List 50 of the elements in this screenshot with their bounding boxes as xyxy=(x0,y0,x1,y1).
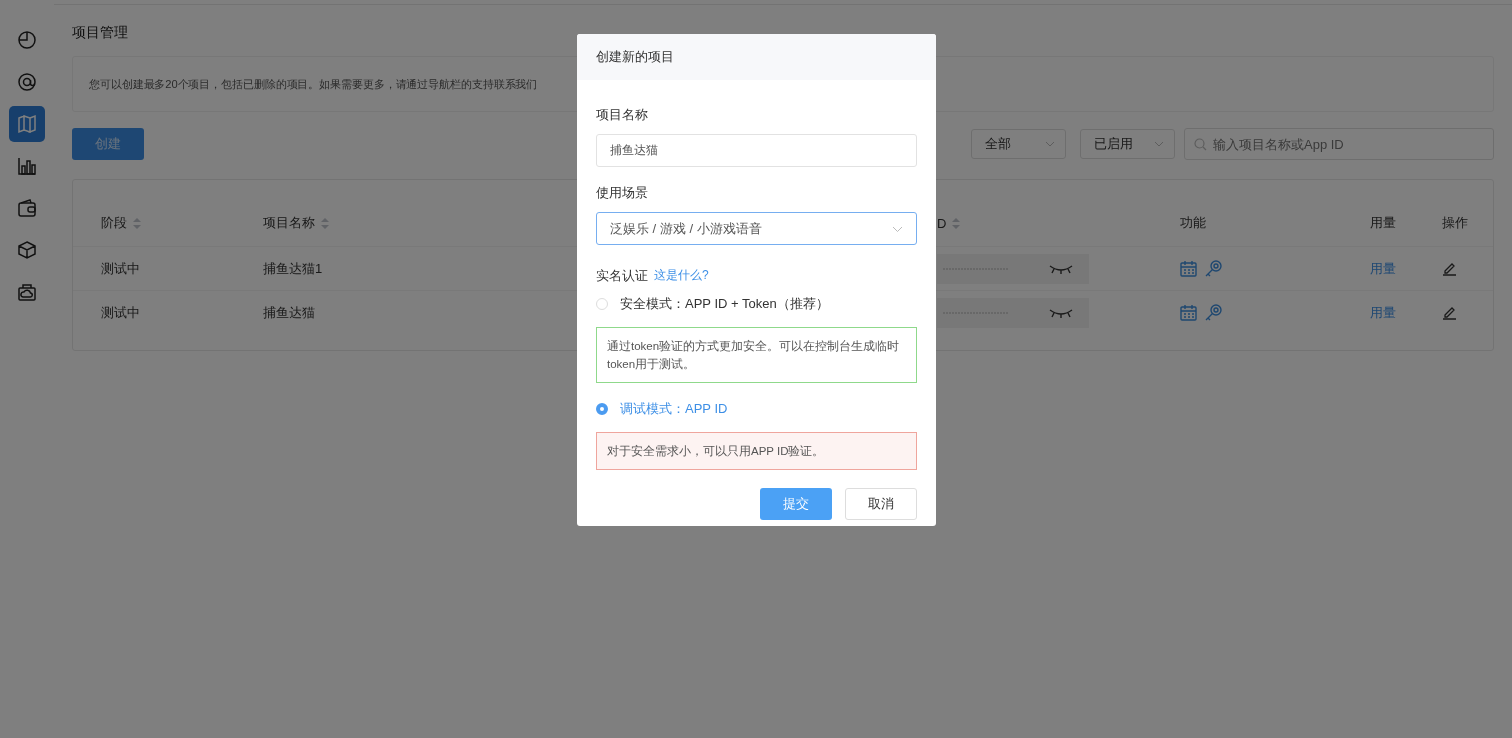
cancel-button[interactable]: 取消 xyxy=(845,488,917,520)
table-cell: 测试中 xyxy=(101,303,140,322)
filter-dropdown[interactable]: 已启用 xyxy=(1080,129,1175,159)
pencil-icon[interactable] xyxy=(1442,261,1457,276)
description-text: 对于安全需求小，可以只用APP ID验证。 xyxy=(607,445,825,457)
column-header: 用量 xyxy=(1370,214,1396,232)
chevron-down-icon xyxy=(892,225,903,232)
column-header: 功能 xyxy=(1180,214,1206,232)
at-sign-icon xyxy=(17,72,37,92)
table-cell: 测试中 xyxy=(101,259,140,278)
help-link[interactable]: 这是什么? xyxy=(654,267,709,285)
map-icon xyxy=(17,114,37,134)
column-header: 操作 xyxy=(1442,214,1468,232)
page-title: 项目管理 xyxy=(72,24,129,42)
field-label: 实名认证 xyxy=(596,267,648,285)
sidebar-item[interactable] xyxy=(9,106,45,142)
dialog-title: 创建新的项目 xyxy=(596,48,674,66)
submit-button[interactable]: 提交 xyxy=(760,488,832,520)
closed-eye-icon[interactable] xyxy=(1049,307,1073,318)
key-icon[interactable] xyxy=(1205,304,1222,321)
filter-dropdown[interactable]: 全部 xyxy=(971,129,1066,159)
pie-chart-icon xyxy=(17,30,37,50)
wallet-icon xyxy=(17,198,37,218)
usage-link[interactable]: 用量 xyxy=(1370,303,1396,322)
radio-option[interactable]: 安全模式：APP ID + Token（推荐） xyxy=(596,295,917,313)
usage-link[interactable]: 用量 xyxy=(1370,259,1396,278)
column-header: 项目名称 xyxy=(263,214,315,232)
description-text: 通过token验证的方式更加安全。可以在控制台生成临时token用于测试。 xyxy=(607,340,900,370)
calendar-icon[interactable] xyxy=(1180,260,1197,277)
project-name-input[interactable]: 捕鱼达猫 xyxy=(596,134,917,167)
calendar-icon[interactable] xyxy=(1180,304,1197,321)
scene-select[interactable]: 泛娱乐 / 游戏 / 小游戏语音 xyxy=(596,212,917,245)
field-label: 使用场景 xyxy=(596,184,649,202)
closed-eye-icon[interactable] xyxy=(1049,263,1073,274)
table-cell: 捕鱼达猫 xyxy=(263,303,315,322)
bag-icon xyxy=(17,282,37,302)
radio-button[interactable] xyxy=(596,403,608,415)
column-header: D xyxy=(937,215,947,231)
chevron-down-icon xyxy=(1045,141,1055,147)
field-label: 项目名称 xyxy=(596,106,649,124)
column-header: 阶段 xyxy=(101,214,127,232)
table-cell: 捕鱼达猫1 xyxy=(263,259,323,278)
search-field[interactable]: 输入项目名称或App ID xyxy=(1184,128,1494,160)
radio-option[interactable]: 调试模式：APP ID xyxy=(596,400,917,418)
pencil-icon[interactable] xyxy=(1442,305,1457,320)
cube-icon xyxy=(17,240,37,260)
chevron-down-icon xyxy=(1154,141,1164,147)
key-icon[interactable] xyxy=(1205,260,1222,277)
notice-text: 您可以创建最多20个项目，包括已删除的项目。如果需要更多，请通过导航栏的支持联系我们 xyxy=(89,76,538,92)
bar-chart-icon xyxy=(17,156,37,176)
